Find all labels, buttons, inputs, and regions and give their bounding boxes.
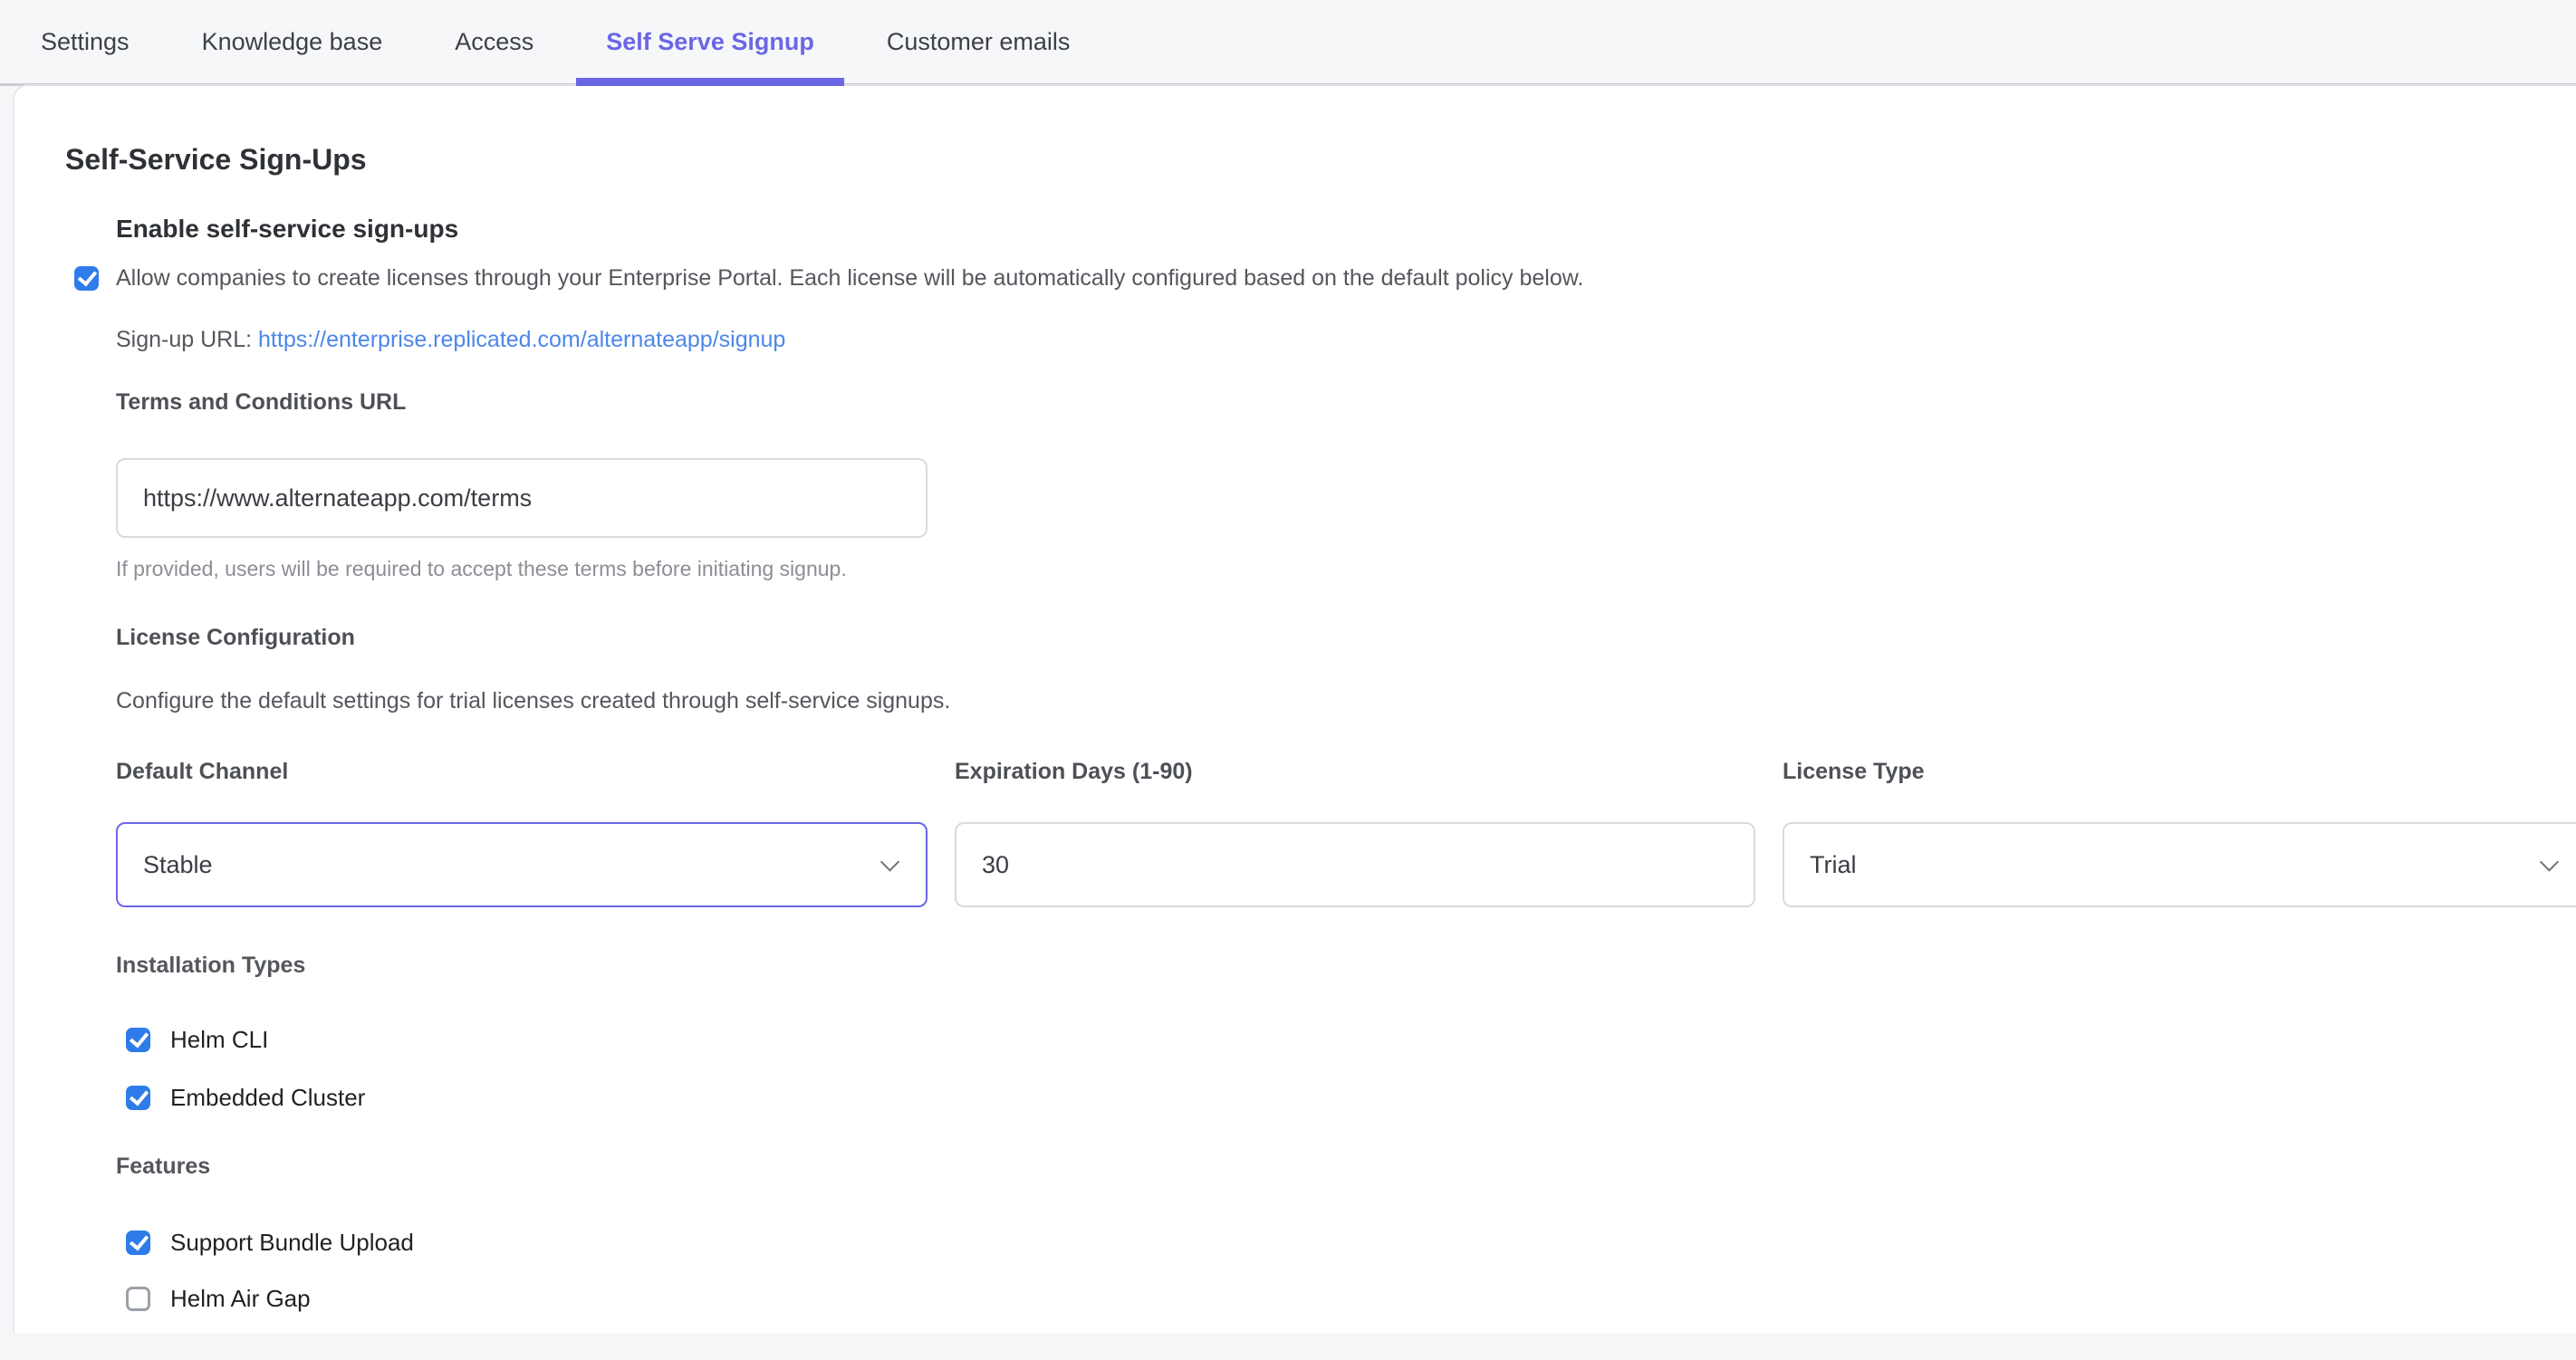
terms-url-helper-text: If provided, users will be required to a… [116, 556, 2576, 582]
helm-air-gap-label: Helm Air Gap [170, 1282, 311, 1315]
license-type-value: Trial [1810, 851, 1857, 879]
enable-signups-row: Allow companies to create licenses throu… [74, 262, 2576, 294]
license-type-label: License Type [1783, 755, 2576, 788]
signup-url-row: Sign-up URL: https://enterprise.replicat… [116, 323, 2576, 356]
license-config-grid: Default Channel Stable Expiration Days (… [116, 755, 2576, 907]
expiration-days-field: Expiration Days (1-90) [955, 755, 1755, 907]
tab-knowledge-base[interactable]: Knowledge base [172, 0, 413, 83]
chevron-down-icon [2540, 852, 2559, 871]
default-channel-label: Default Channel [116, 755, 928, 788]
expiration-days-input[interactable] [982, 851, 1728, 879]
license-configuration-description: Configure the default settings for trial… [116, 685, 2576, 717]
self-service-signups-panel: Self-Service Sign-Ups Enable self-servic… [14, 86, 2576, 1333]
helm-cli-label: Helm CLI [170, 1023, 268, 1056]
tab-self-serve-signup[interactable]: Self Serve Signup [576, 0, 844, 83]
enable-signups-checkbox[interactable] [74, 266, 99, 291]
default-channel-select[interactable]: Stable [116, 822, 928, 907]
features-heading: Features [116, 1150, 2576, 1183]
feature-option-support-bundle-upload: Support Bundle Upload [126, 1226, 2576, 1259]
helm-air-gap-checkbox[interactable] [126, 1287, 150, 1311]
terms-url-input[interactable] [116, 458, 928, 538]
tab-access[interactable]: Access [425, 0, 563, 83]
enable-signups-heading: Enable self-service sign-ups [116, 213, 2576, 245]
installation-option-helm-cli: Helm CLI [126, 1023, 2576, 1056]
license-type-field: License Type Trial [1783, 755, 2576, 907]
license-configuration-heading: License Configuration [116, 621, 2576, 654]
installation-option-embedded-cluster: Embedded Cluster [126, 1081, 2576, 1114]
installation-types-heading: Installation Types [116, 949, 2576, 982]
enable-signups-description: Allow companies to create licenses throu… [116, 262, 1583, 294]
signup-url-label: Sign-up URL: [116, 327, 258, 352]
license-type-select[interactable]: Trial [1783, 822, 2576, 907]
tab-customer-emails[interactable]: Customer emails [857, 0, 1101, 83]
terms-url-label: Terms and Conditions URL [116, 386, 2576, 418]
support-bundle-upload-checkbox[interactable] [126, 1231, 150, 1255]
default-channel-value: Stable [143, 851, 213, 879]
settings-tab-bar: Settings Knowledge base Access Self Serv… [0, 0, 2576, 86]
expiration-days-label: Expiration Days (1-90) [955, 755, 1755, 788]
support-bundle-upload-label: Support Bundle Upload [170, 1226, 414, 1259]
expiration-days-control [955, 822, 1755, 907]
page-title: Self-Service Sign-Ups [65, 140, 2576, 178]
embedded-cluster-checkbox[interactable] [126, 1086, 150, 1110]
feature-option-helm-air-gap: Helm Air Gap [126, 1282, 2576, 1315]
tab-settings[interactable]: Settings [11, 0, 159, 83]
default-channel-field: Default Channel Stable [116, 755, 928, 907]
embedded-cluster-label: Embedded Cluster [170, 1081, 365, 1114]
helm-cli-checkbox[interactable] [126, 1028, 150, 1052]
signup-url-link[interactable]: https://enterprise.replicated.com/altern… [258, 327, 785, 352]
chevron-down-icon [880, 852, 899, 871]
